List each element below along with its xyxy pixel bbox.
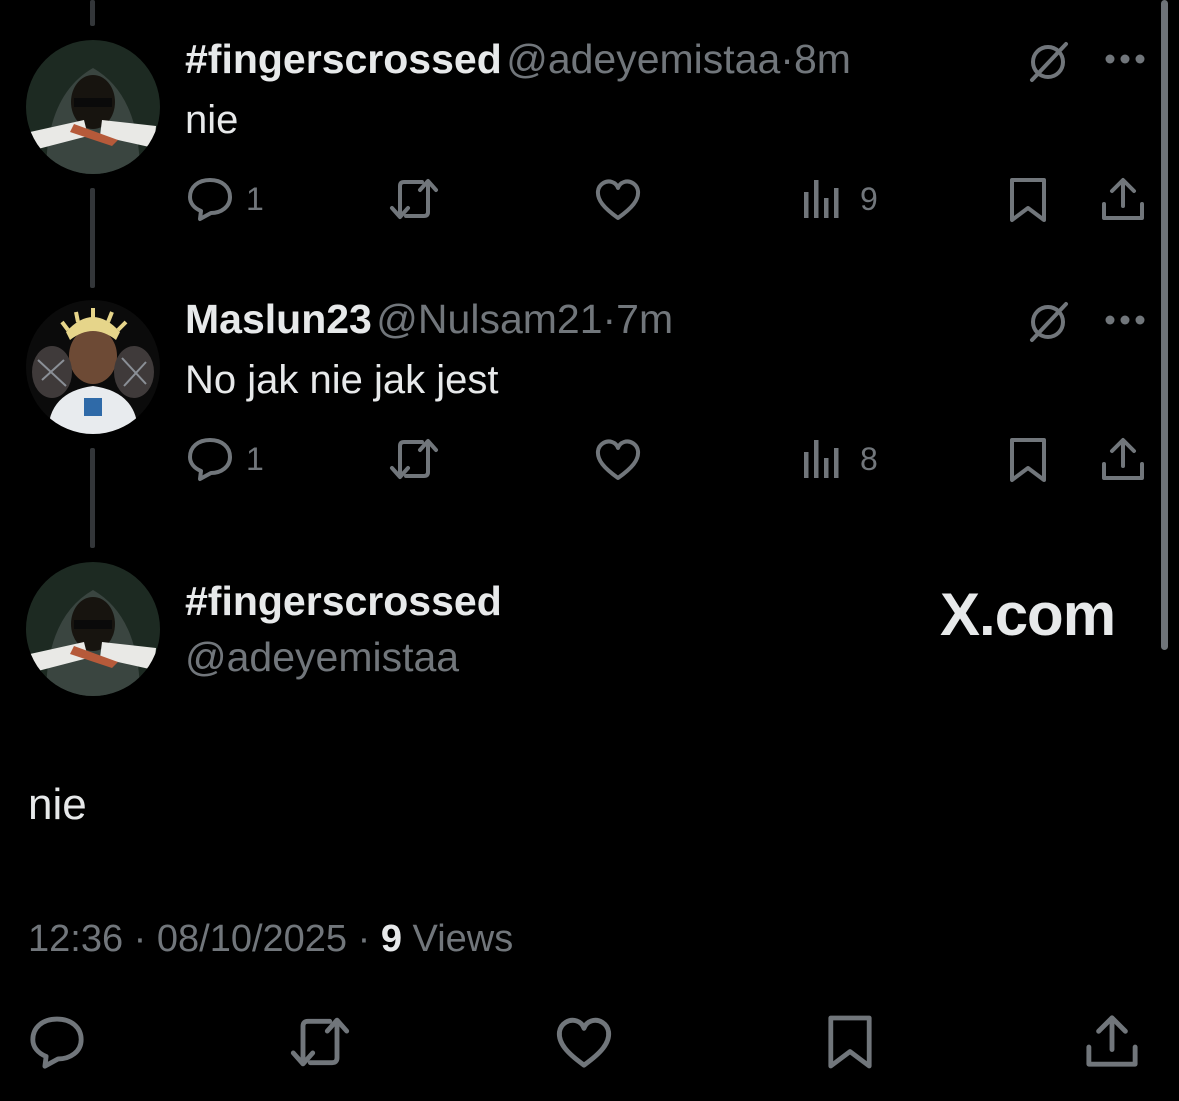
display-name[interactable]: Maslun23 <box>185 296 372 342</box>
views-label[interactable]: Views <box>413 918 514 960</box>
retweet-button[interactable] <box>286 1014 354 1070</box>
retweet-button[interactable] <box>386 176 442 222</box>
separator: · <box>602 296 617 342</box>
views-button[interactable]: 9 <box>802 178 878 220</box>
heart-icon <box>554 1016 614 1070</box>
reply-button[interactable]: 1 <box>186 436 264 482</box>
avatar[interactable] <box>26 300 160 434</box>
user-handle[interactable]: @Nulsam21 <box>376 296 602 342</box>
retweet-icon <box>386 436 442 482</box>
reply-icon <box>186 176 234 222</box>
share-icon <box>1100 176 1146 222</box>
tweet-meta: 12:36 · 08/10/2025 · 9 Views <box>28 918 513 961</box>
bookmark-button[interactable] <box>826 1012 874 1072</box>
like-button[interactable] <box>594 178 642 222</box>
heart-icon <box>594 438 642 482</box>
separator: · <box>780 36 794 82</box>
more-icon[interactable] <box>1104 52 1146 66</box>
like-button[interactable] <box>594 438 642 482</box>
separator: · <box>133 918 147 960</box>
reply-button[interactable] <box>28 1014 86 1070</box>
tweet-time[interactable]: 12:36 <box>28 918 123 960</box>
share-button[interactable] <box>1100 436 1146 482</box>
thread-line <box>90 0 95 26</box>
timestamp[interactable]: 7m <box>616 296 673 342</box>
views-icon <box>802 438 842 480</box>
reply-count: 1 <box>246 180 264 217</box>
share-icon <box>1100 436 1146 482</box>
reply-count: 1 <box>246 440 264 477</box>
like-button[interactable] <box>554 1016 614 1070</box>
retweet-button[interactable] <box>386 436 442 482</box>
reply-icon <box>28 1014 86 1070</box>
views-count: 8 <box>860 440 878 477</box>
timestamp[interactable]: 8m <box>794 36 851 82</box>
views-count: 9 <box>860 180 878 217</box>
avatar[interactable] <box>26 562 160 696</box>
user-handle[interactable]: @adeyemistaa <box>506 36 780 82</box>
views-number: 9 <box>380 918 402 960</box>
more-icon[interactable] <box>1104 313 1146 327</box>
thread-line <box>90 448 95 548</box>
tweet-text: nie <box>185 98 239 142</box>
share-button[interactable] <box>1084 1012 1140 1070</box>
bookmark-icon <box>1008 176 1048 224</box>
reply-icon <box>186 436 234 482</box>
bookmark-icon <box>1008 436 1048 484</box>
share-icon <box>1084 1012 1140 1070</box>
thread-line <box>90 188 95 288</box>
retweet-icon <box>286 1014 354 1070</box>
display-name[interactable]: #fingerscrossed <box>185 578 502 625</box>
tweet-text: No jak nie jak jest <box>185 358 499 402</box>
avatar[interactable] <box>26 40 160 174</box>
tweet-text: nie <box>28 780 87 829</box>
user-handle[interactable]: @adeyemistaa <box>185 634 459 681</box>
separator: · <box>357 918 371 960</box>
share-button[interactable] <box>1100 176 1146 222</box>
retweet-icon <box>386 176 442 222</box>
heart-icon <box>594 178 642 222</box>
reply-button[interactable]: 1 <box>186 176 264 222</box>
views-button[interactable]: 8 <box>802 438 878 480</box>
grok-icon[interactable] <box>1024 38 1072 86</box>
views-icon <box>802 178 842 220</box>
bookmark-button[interactable] <box>1008 176 1048 224</box>
grok-icon[interactable] <box>1024 298 1072 346</box>
bookmark-button[interactable] <box>1008 436 1048 484</box>
scrollbar[interactable] <box>1161 0 1168 650</box>
tweet-date[interactable]: 08/10/2025 <box>157 918 347 960</box>
brand-watermark: X.com <box>940 581 1116 648</box>
bookmark-icon <box>826 1012 874 1072</box>
display-name[interactable]: #fingerscrossed <box>185 36 502 82</box>
